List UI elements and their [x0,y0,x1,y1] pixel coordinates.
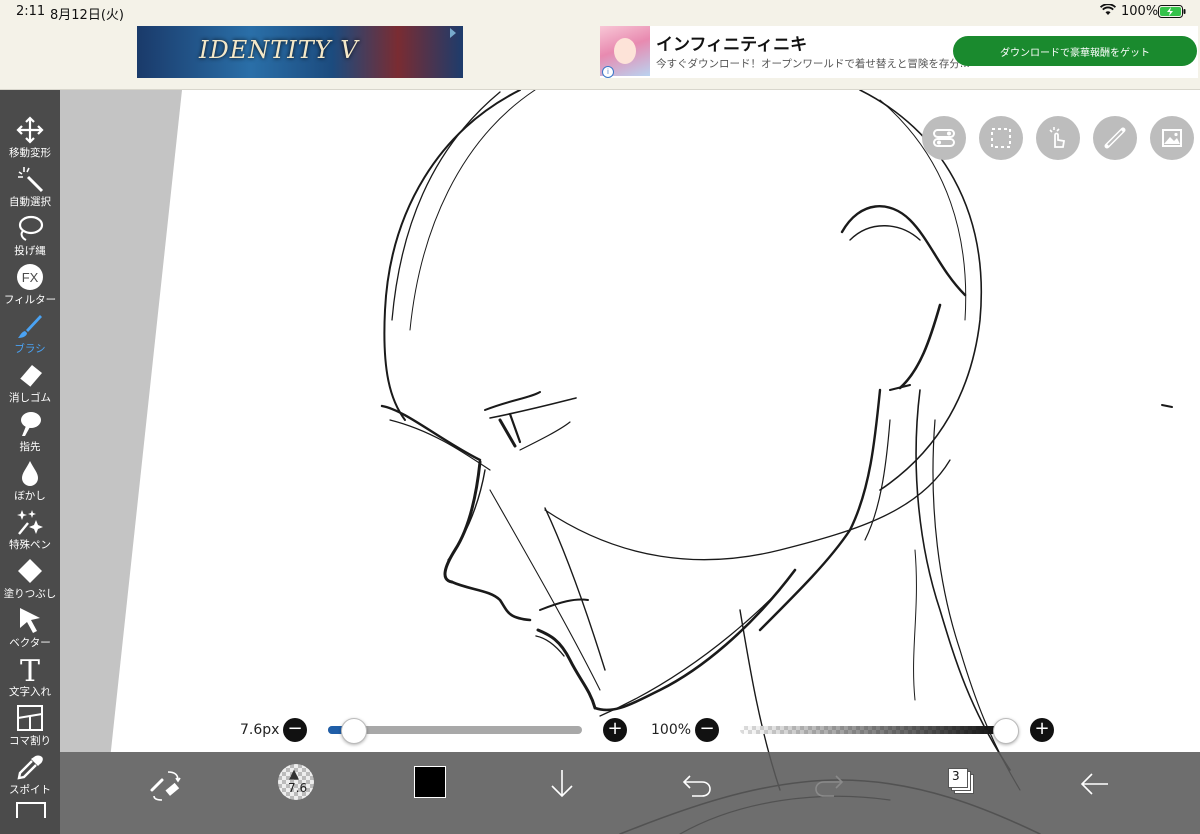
back-button[interactable] [1074,764,1114,804]
tool-eyedropper[interactable]: スポイト [0,751,60,800]
swap-brush-eraser-icon [150,771,181,801]
brush-size-preview-button[interactable]: ▲ 7.6 [278,764,314,800]
svg-text:FX: FX [22,270,39,285]
ad-banner-right[interactable]: i インフィニティニキ 今すぐダウンロード！オープンワールドで着せ替えと冒険を存… [600,26,1198,78]
current-color-button[interactable] [414,766,446,798]
tool-label: ブラシ [14,343,46,355]
tool-label: 移動変形 [9,147,51,159]
status-date: 8月12日(火) [50,8,124,23]
battery-percent: 100% [1121,4,1159,19]
tool-label: ベクター [9,637,51,649]
tool-eraser[interactable]: 消しゴム [0,359,60,408]
tool-label: 消しゴム [9,392,51,404]
tool-special-pen[interactable]: 特殊ペン [0,506,60,555]
sketch-drawing [380,90,1173,834]
frame-icon [17,705,43,731]
status-bar: 2:11 8月12日(火) 100% [0,0,1200,24]
brush-size-minus-button[interactable]: − [283,718,307,742]
tool-filter[interactable]: FX フィルター [0,261,60,310]
brush-icon [18,315,42,338]
brush-size-icon: ▲ [289,767,299,782]
tool-label: 指先 [19,441,41,453]
magic-wand-icon [18,167,44,193]
opacity-slider[interactable] [740,726,1005,734]
tool-label: コマ割り [9,735,51,747]
touch-gesture-button[interactable] [1036,116,1080,160]
tool-brush[interactable]: ブラシ [0,310,60,359]
toggle-panel-button[interactable] [922,116,966,160]
battery-charging-icon [1158,5,1186,22]
eyedropper-icon [17,755,43,780]
tool-move[interactable]: 移動変形 [0,114,60,163]
tool-label: 投げ縄 [14,245,46,257]
redo-button[interactable] [810,764,850,804]
tool-finger[interactable]: 指先 [0,408,60,457]
ad-logo: IDENTITY V [199,36,359,64]
selection-icon [991,128,1011,148]
undo-icon [682,775,711,797]
ruler-icon [1104,127,1126,149]
tool-label: 文字入れ [9,686,51,698]
finger-icon [21,412,41,436]
image-icon [1162,129,1182,147]
redo-icon [815,775,844,797]
eraser-icon [19,365,42,388]
ad-banner-left[interactable]: IDENTITY V [137,26,463,78]
tool-label: 塗りつぶし [3,588,57,600]
opacity-minus-button[interactable]: − [695,718,719,742]
blur-icon [22,461,38,486]
tool-frame[interactable]: コマ割り [0,702,60,751]
wifi-icon [1099,3,1117,20]
bottom-bar: ▲ 7.6 3 [60,752,1200,834]
tool-lasso[interactable]: 投げ縄 [0,212,60,261]
text-icon: T [20,655,40,683]
swap-brush-eraser-button[interactable] [146,764,186,804]
tool-label: 特殊ペン [9,539,51,551]
tool-magic-wand[interactable]: 自動選択 [0,163,60,212]
fill-icon [18,559,42,583]
tool-more-partial[interactable] [16,802,46,818]
tool-sidebar: 移動変形 自動選択 投げ縄 FX フィルター ブラシ 消しゴム 指先 ぼかし 特… [0,90,60,834]
tool-label: ぼかし [14,490,46,502]
tool-fill[interactable]: 塗りつぶし [0,555,60,604]
tool-vector[interactable]: ベクター [0,604,60,653]
layer-count: 3 [952,769,960,783]
back-icon [1080,773,1108,795]
layers-button[interactable]: 3 [948,768,974,794]
brush-size-plus-button[interactable]: + [603,718,627,742]
move-icon [16,116,44,144]
ad-bar: IDENTITY V i インフィニティニキ 今すぐダウンロード！オープンワール… [0,24,1200,90]
ad-download-button[interactable]: ダウンロードで豪華報酬をゲット [953,36,1197,66]
tool-text[interactable]: T 文字入れ [0,653,60,702]
lasso-icon [18,215,44,241]
tool-label: スポイト [9,784,51,796]
special-pen-icon [17,510,43,535]
ad-choices-icon[interactable] [450,28,460,38]
reference-image-button[interactable] [1150,116,1194,160]
ruler-button[interactable] [1093,116,1137,160]
undo-button[interactable] [676,764,716,804]
touch-gesture-icon [1049,127,1066,148]
ad-title: インフィニティニキ [656,35,808,55]
ad-subtitle: 今すぐダウンロード！オープンワールドで着せ替えと冒険を存分... [656,58,970,70]
tool-label: フィルター [3,294,57,306]
tool-blur[interactable]: ぼかし [0,457,60,506]
download-icon [551,770,573,798]
fx-icon: FX [17,264,43,290]
status-time: 2:11 [16,4,46,19]
brush-size-preview-value: 7.6 [288,781,308,795]
opacity-plus-button[interactable]: + [1030,718,1054,742]
opacity-value: 100% [651,722,692,738]
tool-label: 自動選択 [9,196,51,208]
selection-button[interactable] [979,116,1023,160]
svg-text:T: T [20,655,40,683]
vector-icon [20,608,40,633]
brush-size-value: 7.6px [240,722,280,738]
download-button[interactable] [542,764,582,804]
opacity-slider-knob[interactable] [993,718,1019,744]
ad-info-icon[interactable]: i [602,66,614,78]
toggle-panel-icon [933,129,955,147]
